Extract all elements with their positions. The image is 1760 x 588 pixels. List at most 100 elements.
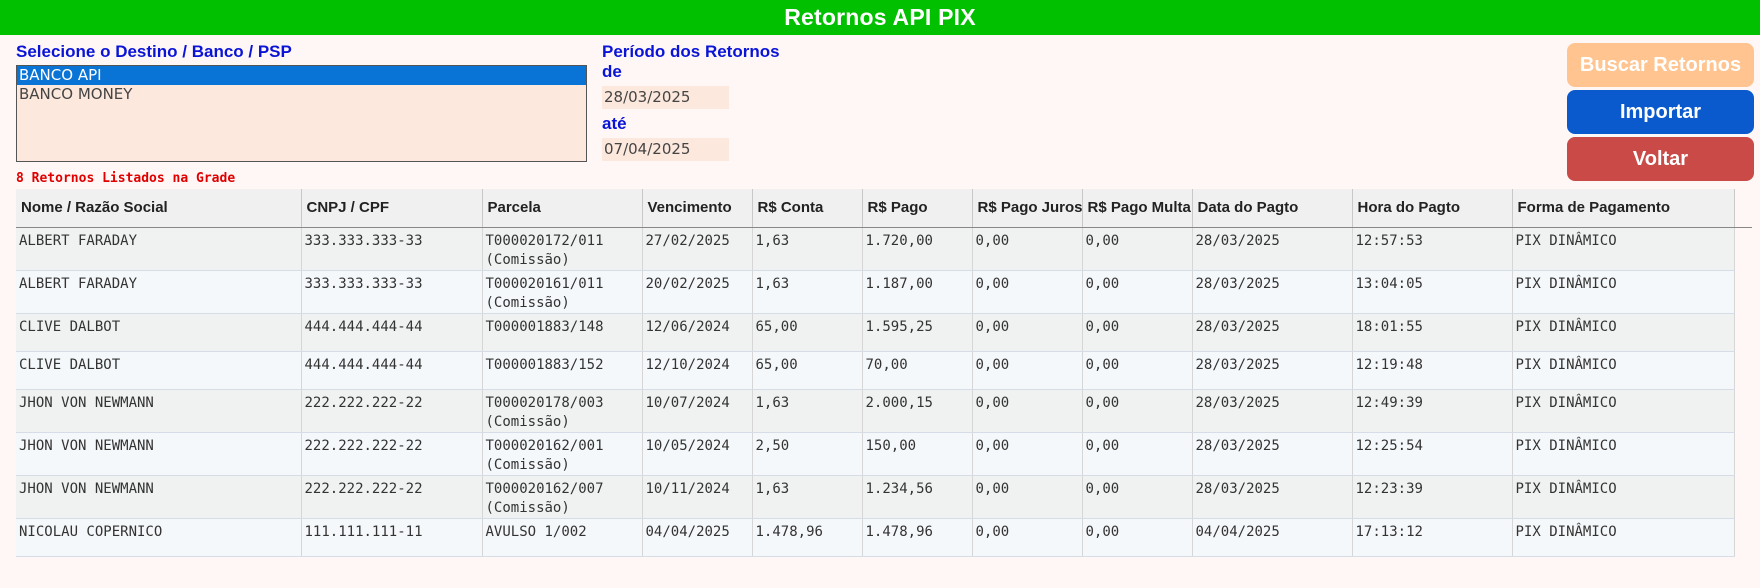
- table-cell: 12/06/2024: [642, 313, 753, 352]
- table-cell: 1.595,25: [862, 313, 973, 352]
- table-cell: 0,00: [1082, 475, 1193, 519]
- table-cell: 222.222.222-22: [301, 432, 483, 476]
- table-cell: 12:23:39: [1352, 475, 1513, 519]
- table-cell: 222.222.222-22: [301, 475, 483, 519]
- table-cell: 70,00: [862, 351, 973, 390]
- col-header-nome[interactable]: Nome / Razão Social: [16, 189, 302, 228]
- table-cell: T000020162/001 (Comissão): [482, 432, 643, 476]
- table-cell: 0,00: [972, 389, 1083, 433]
- table-cell: ALBERT FARADAY: [16, 227, 302, 271]
- col-header-conta[interactable]: R$ Conta: [752, 189, 863, 228]
- table-cell: 12:57:53: [1352, 227, 1513, 271]
- table-cell: 04/04/2025: [1192, 518, 1353, 557]
- row-spacer: [1734, 227, 1752, 270]
- table-cell: 0,00: [972, 313, 1083, 352]
- row-spacer: [1734, 351, 1752, 389]
- table-cell: 2,50: [752, 432, 863, 476]
- table-cell: 12:25:54: [1352, 432, 1513, 476]
- table-cell: 18:01:55: [1352, 313, 1513, 352]
- table-cell: PIX DINÂMICO: [1512, 351, 1735, 390]
- table-row[interactable]: CLIVE DALBOT 444.444.444-44 T000001883/148…: [16, 313, 1752, 352]
- table-cell: 0,00: [1082, 432, 1193, 476]
- grid-header: Nome / Razão Social CNPJ / CPF Parcela V…: [16, 189, 1752, 228]
- row-spacer: [1734, 475, 1752, 518]
- table-cell: 10/11/2024: [642, 475, 753, 519]
- col-header-forma-pagto[interactable]: Forma de Pagamento: [1512, 189, 1735, 228]
- table-cell: T000020178/003 (Comissão): [482, 389, 643, 433]
- table-cell: 0,00: [972, 518, 1083, 557]
- col-header-pago[interactable]: R$ Pago: [862, 189, 973, 228]
- table-cell: JHON VON NEWMANN: [16, 475, 302, 519]
- table-cell: 1.720,00: [862, 227, 973, 271]
- table-row[interactable]: JHON VON NEWMANN 222.222.222-22 T000020162…: [16, 432, 1752, 476]
- table-row[interactable]: CLIVE DALBOT 444.444.444-44 T000001883/152…: [16, 351, 1752, 390]
- row-spacer: [1734, 313, 1752, 351]
- table-cell: ALBERT FARADAY: [16, 270, 302, 314]
- table-cell: 65,00: [752, 313, 863, 352]
- row-spacer: [1734, 432, 1752, 475]
- date-to-input[interactable]: 07/04/2025: [602, 138, 729, 161]
- col-header-cnpj[interactable]: CNPJ / CPF: [301, 189, 483, 228]
- voltar-button[interactable]: Voltar: [1567, 137, 1754, 181]
- table-cell: 0,00: [972, 351, 1083, 390]
- table-cell: 1,63: [752, 389, 863, 433]
- table-row[interactable]: JHON VON NEWMANN 222.222.222-22 T000020178…: [16, 389, 1752, 433]
- page-title: Retornos API PIX: [0, 0, 1760, 35]
- col-header-multa[interactable]: R$ Pago Multa: [1082, 189, 1193, 228]
- col-header-data-pagto[interactable]: Data do Pagto: [1192, 189, 1353, 228]
- table-cell: 1.234,56: [862, 475, 973, 519]
- table-cell: 333.333.333-33: [301, 227, 483, 271]
- table-cell: 1,63: [752, 227, 863, 271]
- result-count: 8 Retornos Listados na Grade: [16, 171, 236, 186]
- date-from-input[interactable]: 28/03/2025: [602, 86, 729, 109]
- table-cell: PIX DINÂMICO: [1512, 313, 1735, 352]
- table-cell: 111.111.111-11: [301, 518, 483, 557]
- table-cell: 65,00: [752, 351, 863, 390]
- table-cell: T000001883/148: [482, 313, 643, 352]
- table-cell: 0,00: [1082, 270, 1193, 314]
- row-spacer: [1734, 389, 1752, 432]
- table-cell: T000020172/011 (Comissão): [482, 227, 643, 271]
- destino-label: Selecione o Destino / Banco / PSP: [16, 42, 292, 61]
- table-row[interactable]: ALBERT FARADAY 333.333.333-33 T000020161/0…: [16, 270, 1752, 314]
- table-cell: 10/05/2024: [642, 432, 753, 476]
- table-cell: 444.444.444-44: [301, 351, 483, 390]
- table-cell: 0,00: [1082, 313, 1193, 352]
- table-cell: 28/03/2025: [1192, 389, 1353, 433]
- table-row[interactable]: JHON VON NEWMANN 222.222.222-22 T000020162…: [16, 475, 1752, 519]
- table-cell: 28/03/2025: [1192, 270, 1353, 314]
- table-cell: 12:19:48: [1352, 351, 1513, 390]
- destino-listbox[interactable]: BANCO API BANCO MONEY: [16, 65, 587, 162]
- col-header-parcela[interactable]: Parcela: [482, 189, 643, 228]
- table-cell: PIX DINÂMICO: [1512, 270, 1735, 314]
- table-cell: 0,00: [972, 432, 1083, 476]
- table-cell: 10/07/2024: [642, 389, 753, 433]
- table-cell: 1.478,96: [752, 518, 863, 557]
- importar-button[interactable]: Importar: [1567, 90, 1754, 134]
- table-cell: 20/02/2025: [642, 270, 753, 314]
- table-row[interactable]: ALBERT FARADAY 333.333.333-33 T000020172/0…: [16, 227, 1752, 271]
- table-cell: 0,00: [972, 227, 1083, 271]
- col-header-juros[interactable]: R$ Pago Juros: [972, 189, 1083, 228]
- retornos-grid: Nome / Razão Social CNPJ / CPF Parcela V…: [16, 189, 1752, 557]
- table-cell: PIX DINÂMICO: [1512, 227, 1735, 271]
- table-row[interactable]: NICOLAU COPERNICO 111.111.111-11 AVULSO 1/…: [16, 518, 1752, 557]
- table-cell: 2.000,15: [862, 389, 973, 433]
- header-spacer: [1734, 189, 1752, 228]
- table-cell: CLIVE DALBOT: [16, 351, 302, 390]
- table-cell: 28/03/2025: [1192, 313, 1353, 352]
- table-cell: 0,00: [1082, 227, 1193, 271]
- col-header-hora-pagto[interactable]: Hora do Pagto: [1352, 189, 1513, 228]
- table-cell: 0,00: [1082, 389, 1193, 433]
- table-cell: 13:04:05: [1352, 270, 1513, 314]
- table-cell: PIX DINÂMICO: [1512, 518, 1735, 557]
- table-cell: 27/02/2025: [642, 227, 753, 271]
- table-cell: 1.187,00: [862, 270, 973, 314]
- col-header-vencimento[interactable]: Vencimento: [642, 189, 753, 228]
- table-cell: 04/04/2025: [642, 518, 753, 557]
- buscar-retornos-button[interactable]: Buscar Retornos: [1567, 43, 1754, 87]
- table-cell: PIX DINÂMICO: [1512, 432, 1735, 476]
- table-cell: JHON VON NEWMANN: [16, 389, 302, 433]
- destino-option-banco-api[interactable]: BANCO API: [17, 66, 586, 85]
- destino-option-banco-money[interactable]: BANCO MONEY: [17, 85, 586, 104]
